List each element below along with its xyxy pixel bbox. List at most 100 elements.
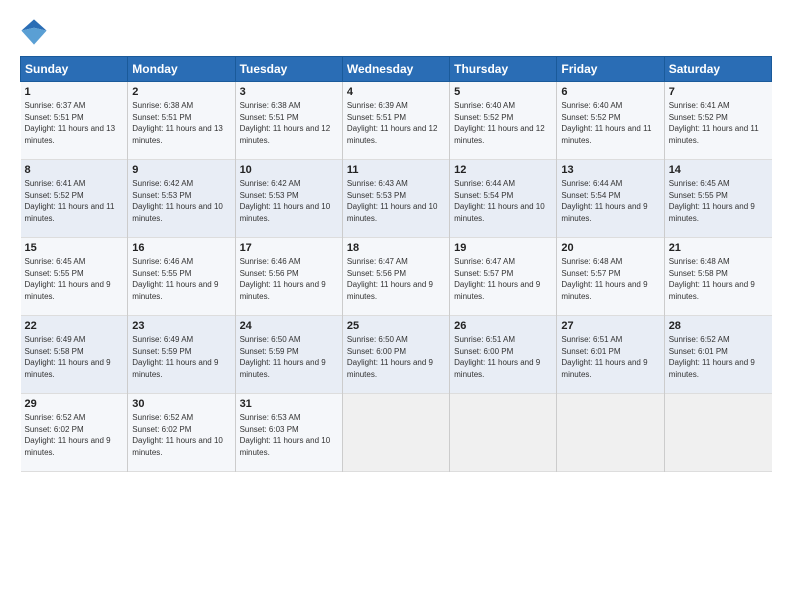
calendar-cell: 26Sunrise: 6:51 AMSunset: 6:00 PMDayligh… <box>450 316 557 394</box>
day-number: 19 <box>454 242 552 254</box>
day-info: Sunrise: 6:40 AMSunset: 5:52 PMDaylight:… <box>454 100 552 146</box>
calendar-cell: 27 Sunrise: 6:51 AMSunset: 6:01 PMDayligh… <box>557 316 664 394</box>
day-info: Sunrise: 6:40 AMSunset: 5:52 PMDaylight:… <box>561 100 659 146</box>
calendar-cell: 11 Sunrise: 6:43 AMSunset: 5:53 PMDayligh… <box>342 160 449 238</box>
calendar-cell: 12Sunrise: 6:44 AMSunset: 5:54 PMDayligh… <box>450 160 557 238</box>
day-number: 13 <box>561 164 659 176</box>
day-number: 9 <box>132 164 230 176</box>
day-number: 8 <box>25 164 124 176</box>
calendar-cell: 4Sunrise: 6:39 AMSunset: 5:51 PMDaylight… <box>342 82 449 160</box>
day-number: 16 <box>132 242 230 254</box>
day-number: 3 <box>240 86 338 98</box>
day-info: Sunrise: 6:51 AMSunset: 6:00 PMDaylight:… <box>454 334 552 380</box>
day-info: Sunrise: 6:53 AMSunset: 6:03 PMDaylight:… <box>240 412 338 458</box>
calendar-cell: 16 Sunrise: 6:46 AMSunset: 5:55 PMDayligh… <box>128 238 235 316</box>
day-number: 30 <box>132 398 230 410</box>
day-info: Sunrise: 6:52 AMSunset: 6:02 PMDaylight:… <box>25 412 124 458</box>
day-info: Sunrise: 6:42 AMSunset: 5:53 PMDaylight:… <box>240 178 338 224</box>
day-info: Sunrise: 6:41 AMSunset: 5:52 PMDaylight:… <box>25 178 124 224</box>
day-info: Sunrise: 6:52 AMSunset: 6:02 PMDaylight:… <box>132 412 230 458</box>
day-info: Sunrise: 6:42 AMSunset: 5:53 PMDaylight:… <box>132 178 230 224</box>
calendar-cell: 14Sunrise: 6:45 AMSunset: 5:55 PMDayligh… <box>664 160 771 238</box>
day-info: Sunrise: 6:38 AMSunset: 5:51 PMDaylight:… <box>132 100 230 146</box>
day-number: 21 <box>669 242 768 254</box>
day-info: Sunrise: 6:47 AMSunset: 5:56 PMDaylight:… <box>347 256 445 302</box>
day-number: 7 <box>669 86 768 98</box>
calendar-cell: 15 Sunrise: 6:45 AMSunset: 5:55 PMDayligh… <box>21 238 128 316</box>
calendar-cell <box>342 394 449 472</box>
day-number: 20 <box>561 242 659 254</box>
day-info: Sunrise: 6:47 AMSunset: 5:57 PMDaylight:… <box>454 256 552 302</box>
day-number: 11 <box>347 164 445 176</box>
day-number: 22 <box>25 320 124 332</box>
calendar-cell: 23 Sunrise: 6:49 AMSunset: 5:59 PMDayligh… <box>128 316 235 394</box>
logo <box>20 18 52 46</box>
day-info: Sunrise: 6:41 AMSunset: 5:52 PMDaylight:… <box>669 100 768 146</box>
calendar-cell: 6 Sunrise: 6:40 AMSunset: 5:52 PMDaylight… <box>557 82 664 160</box>
day-info: Sunrise: 6:46 AMSunset: 5:55 PMDaylight:… <box>132 256 230 302</box>
day-info: Sunrise: 6:51 AMSunset: 6:01 PMDaylight:… <box>561 334 659 380</box>
day-number: 5 <box>454 86 552 98</box>
day-info: Sunrise: 6:43 AMSunset: 5:53 PMDaylight:… <box>347 178 445 224</box>
day-number: 24 <box>240 320 338 332</box>
calendar-cell: 13 Sunrise: 6:44 AMSunset: 5:54 PMDayligh… <box>557 160 664 238</box>
calendar-cell: 24 Sunrise: 6:50 AMSunset: 5:59 PMDayligh… <box>235 316 342 394</box>
day-number: 2 <box>132 86 230 98</box>
calendar-cell: 19 Sunrise: 6:47 AMSunset: 5:57 PMDayligh… <box>450 238 557 316</box>
day-number: 10 <box>240 164 338 176</box>
day-info: Sunrise: 6:48 AMSunset: 5:57 PMDaylight:… <box>561 256 659 302</box>
day-info: Sunrise: 6:48 AMSunset: 5:58 PMDaylight:… <box>669 256 768 302</box>
calendar-cell: 30 Sunrise: 6:52 AMSunset: 6:02 PMDayligh… <box>128 394 235 472</box>
day-info: Sunrise: 6:50 AMSunset: 6:00 PMDaylight:… <box>347 334 445 380</box>
calendar-cell: 17 Sunrise: 6:46 AMSunset: 5:56 PMDayligh… <box>235 238 342 316</box>
logo-icon <box>20 18 48 46</box>
day-number: 23 <box>132 320 230 332</box>
day-info: Sunrise: 6:44 AMSunset: 5:54 PMDaylight:… <box>454 178 552 224</box>
calendar-cell: 29 Sunrise: 6:52 AMSunset: 6:02 PMDayligh… <box>21 394 128 472</box>
day-number: 17 <box>240 242 338 254</box>
day-info: Sunrise: 6:39 AMSunset: 5:51 PMDaylight:… <box>347 100 445 146</box>
day-header-saturday: Saturday <box>664 57 771 82</box>
day-number: 29 <box>25 398 124 410</box>
day-header-monday: Monday <box>128 57 235 82</box>
day-info: Sunrise: 6:50 AMSunset: 5:59 PMDaylight:… <box>240 334 338 380</box>
day-header-friday: Friday <box>557 57 664 82</box>
header-row: SundayMondayTuesdayWednesdayThursdayFrid… <box>21 57 772 82</box>
day-info: Sunrise: 6:46 AMSunset: 5:56 PMDaylight:… <box>240 256 338 302</box>
day-info: Sunrise: 6:49 AMSunset: 5:59 PMDaylight:… <box>132 334 230 380</box>
calendar-cell: 28Sunrise: 6:52 AMSunset: 6:01 PMDayligh… <box>664 316 771 394</box>
calendar-cell <box>557 394 664 472</box>
day-number: 6 <box>561 86 659 98</box>
calendar-cell: 7 Sunrise: 6:41 AMSunset: 5:52 PMDaylight… <box>664 82 771 160</box>
calendar-cell: 1Sunrise: 6:37 AMSunset: 5:51 PMDaylight… <box>21 82 128 160</box>
day-info: Sunrise: 6:44 AMSunset: 5:54 PMDaylight:… <box>561 178 659 224</box>
page: SundayMondayTuesdayWednesdayThursdayFrid… <box>0 0 792 612</box>
calendar-table: SundayMondayTuesdayWednesdayThursdayFrid… <box>20 56 772 472</box>
day-info: Sunrise: 6:45 AMSunset: 5:55 PMDaylight:… <box>25 256 124 302</box>
calendar-cell: 20 Sunrise: 6:48 AMSunset: 5:57 PMDayligh… <box>557 238 664 316</box>
calendar-week-1: 1Sunrise: 6:37 AMSunset: 5:51 PMDaylight… <box>21 82 772 160</box>
day-header-thursday: Thursday <box>450 57 557 82</box>
calendar-week-4: 22Sunrise: 6:49 AMSunset: 5:58 PMDayligh… <box>21 316 772 394</box>
day-header-wednesday: Wednesday <box>342 57 449 82</box>
calendar-cell: 21 Sunrise: 6:48 AMSunset: 5:58 PMDayligh… <box>664 238 771 316</box>
day-number: 18 <box>347 242 445 254</box>
day-header-sunday: Sunday <box>21 57 128 82</box>
calendar-cell: 9 Sunrise: 6:42 AMSunset: 5:53 PMDaylight… <box>128 160 235 238</box>
day-number: 15 <box>25 242 124 254</box>
calendar-cell: 25 Sunrise: 6:50 AMSunset: 6:00 PMDayligh… <box>342 316 449 394</box>
day-info: Sunrise: 6:38 AMSunset: 5:51 PMDaylight:… <box>240 100 338 146</box>
calendar-cell: 18 Sunrise: 6:47 AMSunset: 5:56 PMDayligh… <box>342 238 449 316</box>
calendar-cell <box>664 394 771 472</box>
day-number: 28 <box>669 320 768 332</box>
calendar-cell: 3 Sunrise: 6:38 AMSunset: 5:51 PMDaylight… <box>235 82 342 160</box>
day-number: 25 <box>347 320 445 332</box>
day-number: 27 <box>561 320 659 332</box>
calendar-cell: 22Sunrise: 6:49 AMSunset: 5:58 PMDayligh… <box>21 316 128 394</box>
calendar-week-5: 29 Sunrise: 6:52 AMSunset: 6:02 PMDayligh… <box>21 394 772 472</box>
header <box>20 18 772 46</box>
calendar-week-3: 15 Sunrise: 6:45 AMSunset: 5:55 PMDayligh… <box>21 238 772 316</box>
calendar-cell: 8 Sunrise: 6:41 AMSunset: 5:52 PMDaylight… <box>21 160 128 238</box>
calendar-cell: 10 Sunrise: 6:42 AMSunset: 5:53 PMDayligh… <box>235 160 342 238</box>
day-number: 14 <box>669 164 768 176</box>
